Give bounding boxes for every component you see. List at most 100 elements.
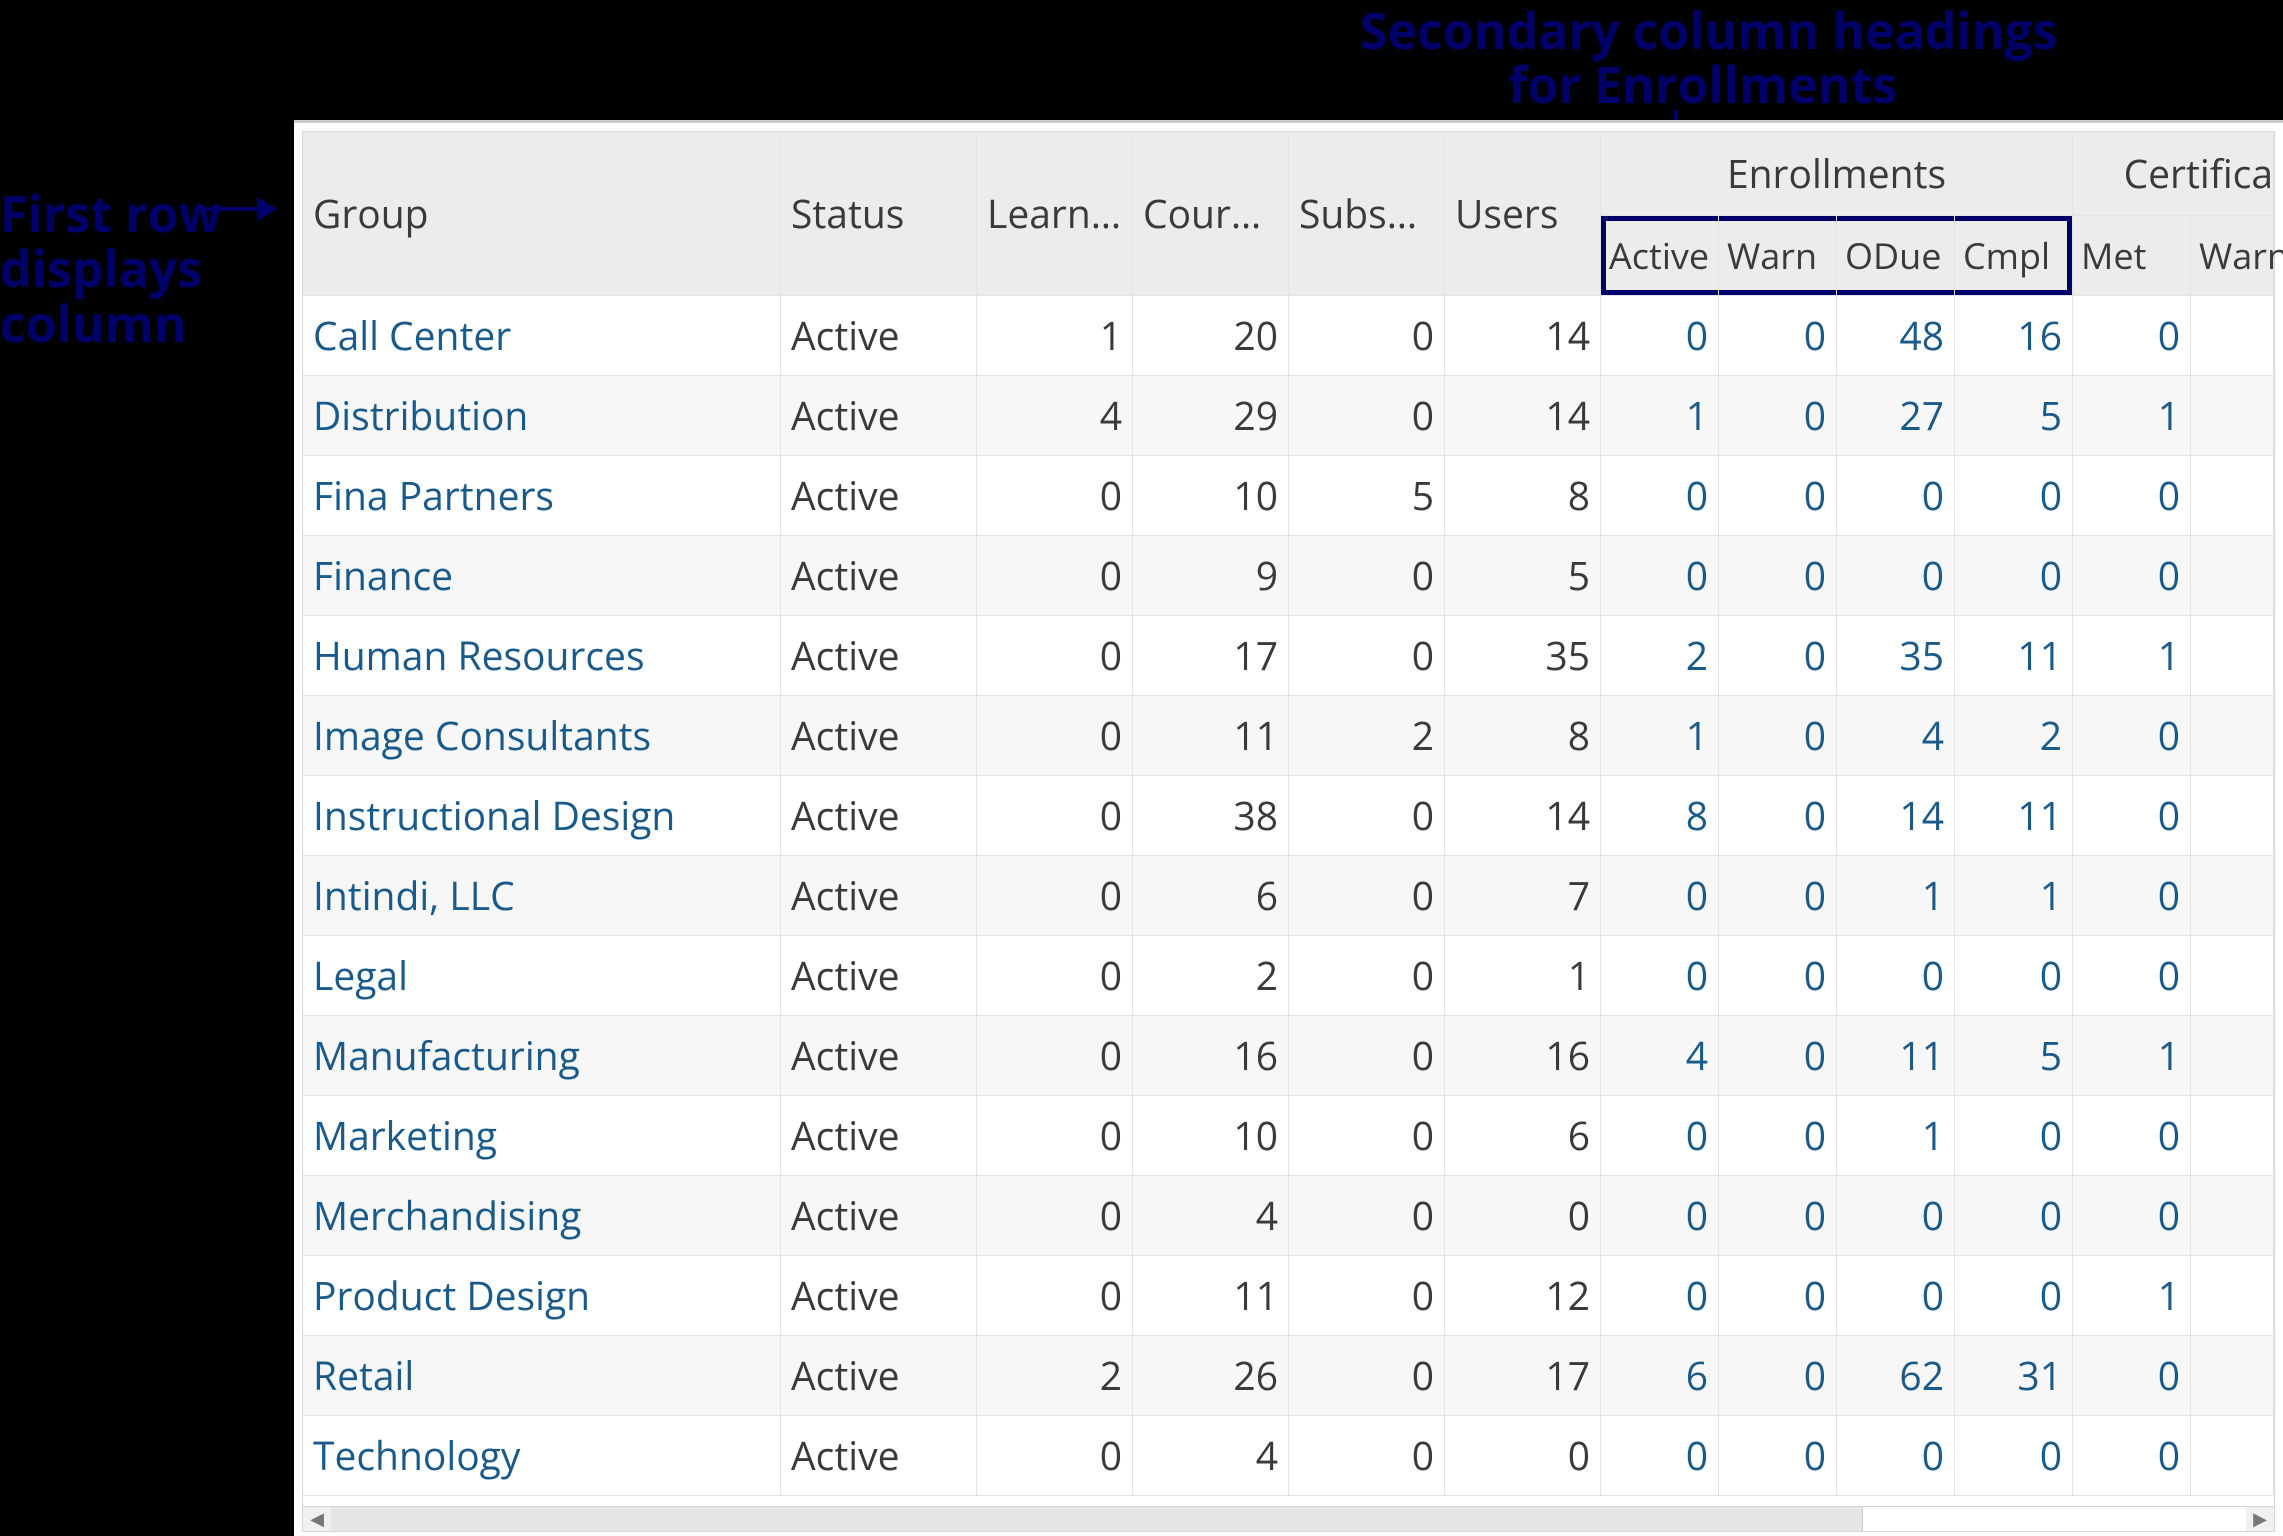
cell-cert-warn[interactable] bbox=[2191, 936, 2274, 1016]
cell-cert-met[interactable]: 1 bbox=[2073, 376, 2191, 456]
cell-cert-warn[interactable] bbox=[2191, 536, 2274, 616]
cell-enr-odue[interactable]: 4 bbox=[1837, 696, 1955, 776]
cell-cert-warn[interactable] bbox=[2191, 296, 2274, 376]
cell-group-link[interactable]: Image Consultants bbox=[303, 696, 781, 776]
cell-enr-warn[interactable]: 0 bbox=[1719, 1176, 1837, 1256]
cell-enr-active[interactable]: 0 bbox=[1601, 456, 1719, 536]
cell-enr-cmpl[interactable]: 1 bbox=[1955, 856, 2073, 936]
cell-enr-warn[interactable]: 0 bbox=[1719, 776, 1837, 856]
cell-cert-met[interactable]: 1 bbox=[2073, 616, 2191, 696]
cell-cert-met[interactable]: 0 bbox=[2073, 776, 2191, 856]
cell-enr-odue[interactable]: 1 bbox=[1837, 1096, 1955, 1176]
cell-group-link[interactable]: Instructional Design bbox=[303, 776, 781, 856]
cell-group-link[interactable]: Technology bbox=[303, 1416, 781, 1496]
cell-enr-warn[interactable]: 0 bbox=[1719, 296, 1837, 376]
cell-enr-cmpl[interactable]: 0 bbox=[1955, 456, 2073, 536]
cell-enr-odue[interactable]: 0 bbox=[1837, 1416, 1955, 1496]
cell-group-link[interactable]: Finance bbox=[303, 536, 781, 616]
cell-group-link[interactable]: Product Design bbox=[303, 1256, 781, 1336]
col-header-enr-active[interactable]: Active bbox=[1601, 216, 1719, 296]
cell-cert-warn[interactable] bbox=[2191, 616, 2274, 696]
cell-group-link[interactable]: Human Resources bbox=[303, 616, 781, 696]
col-header-subscriptions[interactable]: Subscri… bbox=[1289, 132, 1445, 296]
cell-enr-odue[interactable]: 0 bbox=[1837, 536, 1955, 616]
cell-group-link[interactable]: Merchandising bbox=[303, 1176, 781, 1256]
cell-enr-odue[interactable]: 11 bbox=[1837, 1016, 1955, 1096]
cell-enr-cmpl[interactable]: 5 bbox=[1955, 1016, 2073, 1096]
cell-enr-active[interactable]: 1 bbox=[1601, 696, 1719, 776]
cell-enr-active[interactable]: 0 bbox=[1601, 296, 1719, 376]
cell-enr-cmpl[interactable]: 11 bbox=[1955, 616, 2073, 696]
cell-enr-active[interactable]: 0 bbox=[1601, 856, 1719, 936]
cell-enr-active[interactable]: 4 bbox=[1601, 1016, 1719, 1096]
cell-cert-warn[interactable] bbox=[2191, 1096, 2274, 1176]
cell-cert-warn[interactable] bbox=[2191, 1256, 2274, 1336]
cell-enr-active[interactable]: 0 bbox=[1601, 536, 1719, 616]
cell-enr-cmpl[interactable]: 16 bbox=[1955, 296, 2073, 376]
cell-enr-odue[interactable]: 0 bbox=[1837, 1176, 1955, 1256]
cell-cert-warn[interactable] bbox=[2191, 1016, 2274, 1096]
cell-group-link[interactable]: Call Center bbox=[303, 296, 781, 376]
cell-cert-warn[interactable] bbox=[2191, 1176, 2274, 1256]
cell-enr-odue[interactable]: 27 bbox=[1837, 376, 1955, 456]
cell-cert-met[interactable]: 0 bbox=[2073, 696, 2191, 776]
cell-enr-warn[interactable]: 0 bbox=[1719, 936, 1837, 1016]
cell-cert-warn[interactable] bbox=[2191, 1336, 2274, 1416]
cell-enr-cmpl[interactable]: 11 bbox=[1955, 776, 2073, 856]
cell-cert-met[interactable]: 0 bbox=[2073, 1416, 2191, 1496]
col-header-enr-odue[interactable]: ODue bbox=[1837, 216, 1955, 296]
col-group-header-certifications[interactable]: Certifica bbox=[2073, 132, 2274, 216]
cell-enr-cmpl[interactable]: 2 bbox=[1955, 696, 2073, 776]
cell-enr-active[interactable]: 8 bbox=[1601, 776, 1719, 856]
cell-enr-odue[interactable]: 1 bbox=[1837, 856, 1955, 936]
cell-enr-odue[interactable]: 62 bbox=[1837, 1336, 1955, 1416]
cell-enr-warn[interactable]: 0 bbox=[1719, 1256, 1837, 1336]
cell-enr-warn[interactable]: 0 bbox=[1719, 856, 1837, 936]
cell-enr-active[interactable]: 1 bbox=[1601, 376, 1719, 456]
cell-cert-met[interactable]: 0 bbox=[2073, 856, 2191, 936]
cell-enr-active[interactable]: 2 bbox=[1601, 616, 1719, 696]
cell-enr-odue[interactable]: 14 bbox=[1837, 776, 1955, 856]
cell-group-link[interactable]: Retail bbox=[303, 1336, 781, 1416]
cell-enr-warn[interactable]: 0 bbox=[1719, 696, 1837, 776]
col-header-enr-cmpl[interactable]: Cmpl bbox=[1955, 216, 2073, 296]
cell-cert-met[interactable]: 0 bbox=[2073, 456, 2191, 536]
cell-cert-met[interactable]: 1 bbox=[2073, 1016, 2191, 1096]
cell-cert-warn[interactable] bbox=[2191, 1416, 2274, 1496]
col-header-enr-warn[interactable]: Warn bbox=[1719, 216, 1837, 296]
cell-enr-cmpl[interactable]: 5 bbox=[1955, 376, 2073, 456]
cell-group-link[interactable]: Distribution bbox=[303, 376, 781, 456]
cell-enr-odue[interactable]: 0 bbox=[1837, 936, 1955, 1016]
cell-enr-active[interactable]: 0 bbox=[1601, 1256, 1719, 1336]
cell-cert-warn[interactable] bbox=[2191, 376, 2274, 456]
cell-enr-warn[interactable]: 0 bbox=[1719, 1336, 1837, 1416]
cell-enr-cmpl[interactable]: 0 bbox=[1955, 1416, 2073, 1496]
col-header-group[interactable]: Group bbox=[303, 132, 781, 296]
scroll-thumb[interactable] bbox=[331, 1507, 1863, 1531]
cell-enr-active[interactable]: 0 bbox=[1601, 1096, 1719, 1176]
cell-group-link[interactable]: Legal bbox=[303, 936, 781, 1016]
cell-group-link[interactable]: Fina Partners bbox=[303, 456, 781, 536]
col-header-status[interactable]: Status bbox=[781, 132, 977, 296]
col-header-learning[interactable]: Learnin… bbox=[977, 132, 1133, 296]
cell-cert-warn[interactable] bbox=[2191, 776, 2274, 856]
cell-group-link[interactable]: Intindi, LLC bbox=[303, 856, 781, 936]
scroll-left-button[interactable]: ◀ bbox=[303, 1507, 331, 1531]
cell-enr-warn[interactable]: 0 bbox=[1719, 376, 1837, 456]
cell-enr-odue[interactable]: 48 bbox=[1837, 296, 1955, 376]
cell-enr-warn[interactable]: 0 bbox=[1719, 616, 1837, 696]
cell-enr-odue[interactable]: 0 bbox=[1837, 1256, 1955, 1336]
cell-cert-met[interactable]: 0 bbox=[2073, 936, 2191, 1016]
cell-cert-met[interactable]: 0 bbox=[2073, 1096, 2191, 1176]
cell-cert-met[interactable]: 0 bbox=[2073, 1336, 2191, 1416]
cell-enr-cmpl[interactable]: 0 bbox=[1955, 536, 2073, 616]
cell-enr-warn[interactable]: 0 bbox=[1719, 1096, 1837, 1176]
col-header-cert-met[interactable]: Met bbox=[2073, 216, 2191, 296]
cell-cert-met[interactable]: 1 bbox=[2073, 1256, 2191, 1336]
cell-enr-warn[interactable]: 0 bbox=[1719, 1016, 1837, 1096]
cell-cert-met[interactable]: 0 bbox=[2073, 536, 2191, 616]
cell-enr-warn[interactable]: 0 bbox=[1719, 1416, 1837, 1496]
col-header-users[interactable]: Users bbox=[1445, 132, 1601, 296]
cell-enr-active[interactable]: 6 bbox=[1601, 1336, 1719, 1416]
cell-enr-warn[interactable]: 0 bbox=[1719, 536, 1837, 616]
